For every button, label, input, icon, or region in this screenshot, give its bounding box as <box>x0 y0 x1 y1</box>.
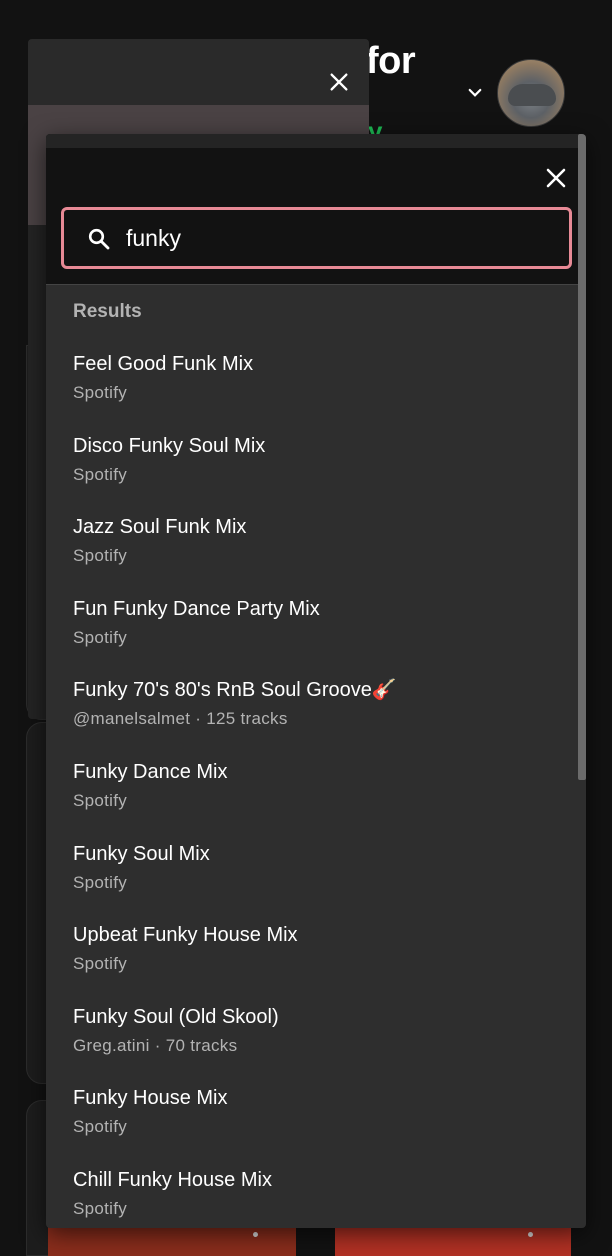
search-input[interactable] <box>126 221 546 255</box>
result-subtitle: Spotify <box>73 1198 128 1218</box>
result-subtitle: Spotify <box>73 1117 128 1137</box>
result-title: Funky House Mix <box>73 1087 228 1110</box>
search-dialog: Results Feel Good Funk Mix Spotify Disco… <box>46 134 586 1228</box>
album-tile[interactable] <box>335 1226 571 1256</box>
result-subtitle: @manelsalmet · 125 tracks <box>73 709 288 729</box>
result-subtitle: Spotify <box>73 872 128 892</box>
result-title: Funky Dance Mix <box>73 760 228 783</box>
list-item[interactable]: Feel Good Funk Mix Spotify <box>46 346 578 428</box>
list-item[interactable]: Funky Dance Mix Spotify <box>46 754 578 836</box>
result-subtitle: Spotify <box>73 546 128 566</box>
result-title: Jazz Soul Funk Mix <box>73 516 247 539</box>
list-item[interactable]: Funky Soul Mix Spotify <box>46 836 578 918</box>
result-subtitle: Spotify <box>73 464 128 484</box>
avatar[interactable] <box>497 59 565 127</box>
list-item[interactable]: Funky 70's 80's RnB Soul Groove🎸 @manels… <box>46 672 578 754</box>
page-title: for <box>366 40 416 82</box>
search-icon <box>88 228 110 250</box>
scrollbar[interactable] <box>578 134 586 780</box>
result-subtitle: Spotify <box>73 954 128 974</box>
list-item[interactable]: Funky Soul (Old Skool) Greg.atini · 70 t… <box>46 999 578 1081</box>
results-heading: Results <box>73 301 142 322</box>
search-field[interactable] <box>61 207 572 269</box>
result-title: Funky 70's 80's RnB Soul Groove🎸 <box>73 679 397 702</box>
results-list: Feel Good Funk Mix Spotify Disco Funky S… <box>46 346 578 1228</box>
list-item[interactable]: Disco Funky Soul Mix Spotify <box>46 428 578 510</box>
list-item[interactable]: Jazz Soul Funk Mix Spotify <box>46 509 578 591</box>
result-title: Chill Funky House Mix <box>73 1168 272 1191</box>
more-icon[interactable] <box>253 1232 258 1237</box>
result-subtitle: Spotify <box>73 627 128 647</box>
result-title: Funky Soul (Old Skool) <box>73 1005 279 1028</box>
result-title: Fun Funky Dance Party Mix <box>73 597 320 620</box>
result-subtitle: Spotify <box>73 790 128 810</box>
result-title: Funky Soul Mix <box>73 842 210 865</box>
close-icon[interactable] <box>328 71 350 93</box>
result-subtitle: Greg.atini · 70 tracks <box>73 1035 238 1055</box>
result-title: Upbeat Funky House Mix <box>73 924 298 947</box>
list-item[interactable]: Fun Funky Dance Party Mix Spotify <box>46 591 578 673</box>
album-tile[interactable] <box>48 1226 296 1256</box>
list-item[interactable]: Upbeat Funky House Mix Spotify <box>46 917 578 999</box>
result-title: Feel Good Funk Mix <box>73 353 254 375</box>
result-subtitle: Spotify <box>73 383 128 402</box>
list-item[interactable]: Funky House Mix Spotify <box>46 1080 578 1162</box>
close-icon[interactable] <box>544 166 568 190</box>
list-item[interactable]: Chill Funky House Mix Spotify <box>46 1162 578 1228</box>
chevron-down-icon[interactable] <box>466 84 484 102</box>
result-title: Disco Funky Soul Mix <box>73 434 266 457</box>
more-icon[interactable] <box>528 1232 533 1237</box>
